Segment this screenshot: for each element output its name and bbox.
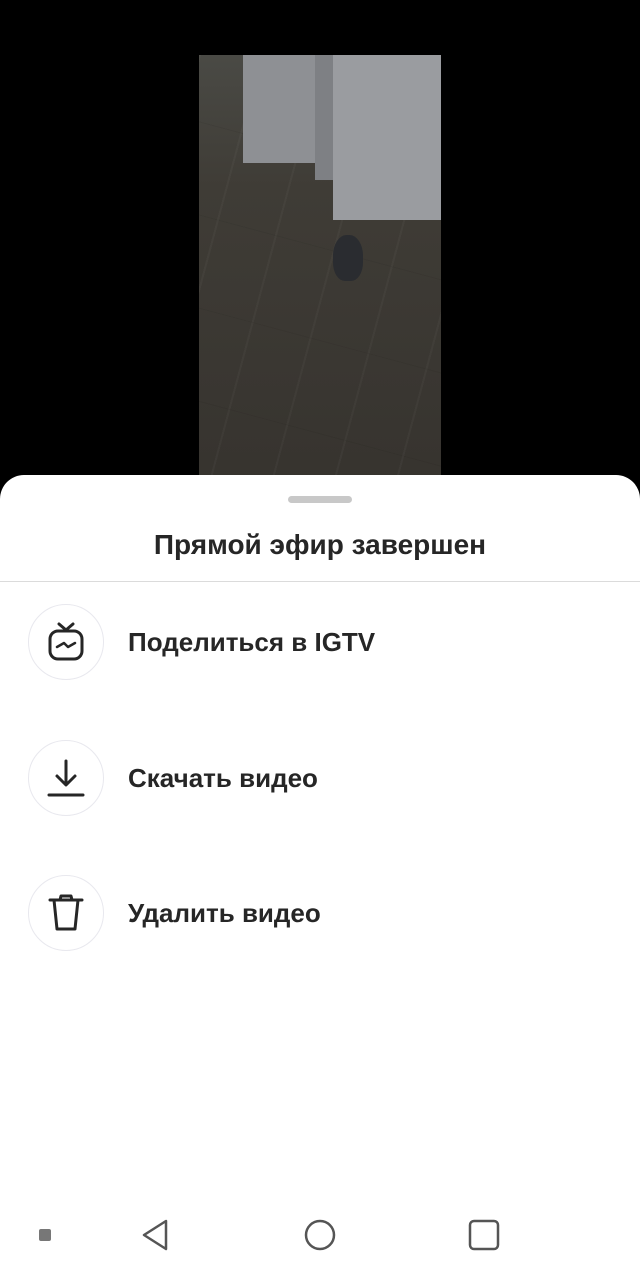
video-door-frame	[315, 55, 333, 180]
share-igtv-button[interactable]: Поделиться в IGTV	[0, 587, 640, 697]
download-icon-circle	[28, 740, 104, 816]
bottom-sheet: Прямой эфир завершен Поделиться в IGTV С…	[0, 475, 640, 1280]
recents-button[interactable]	[459, 1210, 509, 1260]
download-video-button[interactable]: Скачать видео	[0, 723, 640, 833]
divider	[0, 581, 640, 582]
home-icon	[304, 1219, 336, 1251]
sheet-title: Прямой эфир завершен	[153, 529, 487, 560]
video-door-left	[243, 55, 318, 163]
delete-video-label: Удалить видео	[128, 897, 321, 928]
back-button[interactable]	[130, 1210, 180, 1260]
sheet-drag-handle[interactable]	[288, 496, 352, 503]
video-door-right	[333, 55, 441, 220]
delete-video-button[interactable]: Удалить видео	[0, 858, 640, 968]
igtv-icon-circle	[28, 604, 104, 680]
video-object	[333, 235, 363, 281]
home-button[interactable]	[295, 1210, 345, 1260]
back-icon	[142, 1219, 168, 1251]
menu-dot-icon	[39, 1229, 51, 1241]
recents-icon	[468, 1219, 500, 1251]
screen: Прямой эфир завершен Поделиться в IGTV С…	[0, 0, 640, 1280]
download-icon	[47, 759, 85, 797]
trash-icon-circle	[28, 875, 104, 951]
download-video-label: Скачать видео	[128, 762, 318, 793]
trash-icon	[48, 894, 84, 931]
system-navigation-bar	[0, 1190, 640, 1280]
live-video-preview	[199, 55, 441, 495]
share-igtv-label: Поделиться в IGTV	[128, 626, 376, 657]
menu-dot-button[interactable]	[36, 1226, 54, 1244]
igtv-icon	[48, 622, 84, 661]
